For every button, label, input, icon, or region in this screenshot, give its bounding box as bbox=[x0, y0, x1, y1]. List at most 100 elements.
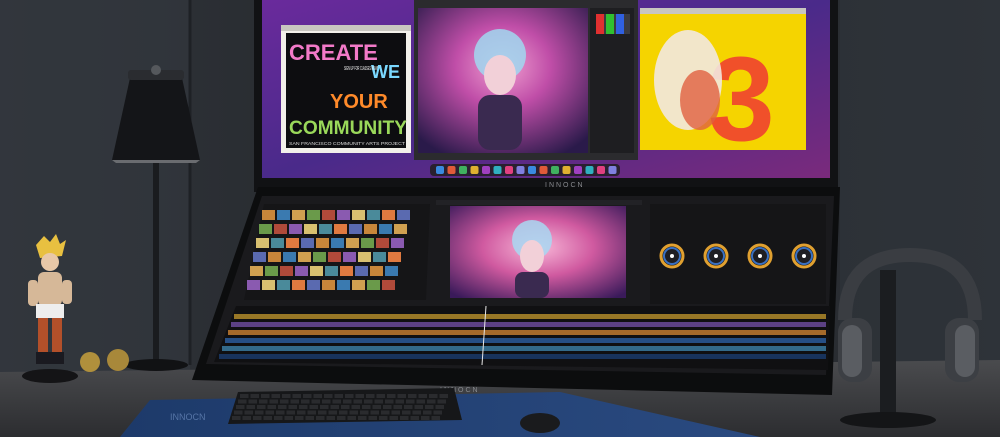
media-thumbnail bbox=[394, 224, 407, 234]
color-wheel-icon bbox=[703, 243, 729, 269]
keyboard-key bbox=[292, 394, 301, 398]
dock-app-icon bbox=[597, 166, 605, 174]
keyboard-key bbox=[379, 416, 388, 420]
keyboard-key bbox=[341, 405, 350, 409]
color-wheel-icon bbox=[659, 243, 685, 269]
keyboard-key bbox=[355, 394, 364, 398]
keyboard-key bbox=[236, 405, 245, 409]
media-thumbnail bbox=[373, 252, 386, 262]
mouse-icon bbox=[520, 413, 560, 433]
poster-line-2: WE bbox=[371, 62, 400, 82]
keyboard-key bbox=[295, 416, 304, 420]
media-thumbnail bbox=[307, 280, 320, 290]
timeline-track bbox=[228, 330, 826, 335]
keyboard-key bbox=[412, 410, 421, 415]
media-thumbnail bbox=[322, 210, 335, 220]
keyboard-key bbox=[286, 410, 295, 415]
dock-app-icon bbox=[493, 166, 502, 174]
keyboard-key bbox=[395, 399, 404, 404]
dock-app-icon bbox=[516, 166, 525, 174]
keyboard-key bbox=[261, 394, 270, 398]
media-thumbnail bbox=[340, 266, 353, 276]
keyboard-key bbox=[362, 405, 371, 409]
keyboard-key bbox=[393, 405, 402, 409]
keyboard-key bbox=[410, 416, 419, 420]
keyboard-key bbox=[269, 399, 278, 404]
top-monitor: CREATE WE YOUR COMMUNITY SIGN UP FOR CLA… bbox=[254, 0, 838, 192]
poster-signup: SIGN UP FOR CLASSES NOW! bbox=[344, 66, 378, 72]
keyboard-key bbox=[374, 399, 383, 404]
keyboard-key bbox=[263, 416, 272, 420]
media-thumbnail bbox=[271, 238, 284, 248]
media-thumbnail bbox=[277, 210, 290, 220]
keyboard-key bbox=[307, 410, 316, 415]
keyboard-key bbox=[278, 405, 287, 409]
media-thumbnail bbox=[247, 280, 260, 290]
dock-app-icon bbox=[574, 166, 582, 174]
keyboard-key bbox=[435, 405, 444, 409]
media-thumbnail bbox=[253, 252, 266, 262]
keyboard-key bbox=[242, 416, 251, 420]
dock-app-icon bbox=[459, 166, 467, 174]
keyboard-key bbox=[425, 405, 434, 409]
keyboard-key bbox=[431, 416, 440, 420]
media-thumbnail bbox=[262, 280, 275, 290]
keyboard-key bbox=[423, 410, 432, 415]
dock-app-icon bbox=[608, 166, 617, 174]
media-thumbnail bbox=[328, 252, 341, 262]
media-thumbnail bbox=[397, 210, 410, 220]
keyboard-key bbox=[421, 416, 430, 420]
keyboard-key bbox=[267, 405, 276, 409]
dock-app-icon bbox=[585, 166, 594, 174]
keyboard-key bbox=[337, 416, 346, 420]
keyboard-key bbox=[246, 405, 255, 409]
keyboard-key bbox=[416, 399, 425, 404]
keyboard-key bbox=[414, 405, 423, 409]
keyboard-key bbox=[311, 399, 320, 404]
keyboard-key bbox=[397, 394, 406, 398]
keyboard-key bbox=[244, 410, 253, 415]
media-thumbnail bbox=[367, 210, 380, 220]
timeline-track bbox=[222, 346, 826, 351]
keyboard-key bbox=[332, 399, 341, 404]
keyboard-key bbox=[368, 416, 377, 420]
media-thumbnail bbox=[349, 224, 362, 234]
keyboard-key bbox=[389, 416, 398, 420]
media-thumbnail bbox=[391, 238, 404, 248]
dock-app-icon bbox=[505, 166, 513, 174]
media-thumbnail bbox=[376, 238, 389, 248]
keyboard-key bbox=[248, 399, 257, 404]
media-thumbnail bbox=[367, 280, 380, 290]
media-thumbnail bbox=[295, 266, 308, 276]
keyboard-key bbox=[271, 394, 280, 398]
media-thumbnail bbox=[337, 280, 350, 290]
keyboard-key bbox=[250, 394, 259, 398]
dock-app-icon bbox=[470, 166, 479, 174]
timeline-track bbox=[225, 338, 826, 343]
keyboard-key bbox=[345, 394, 354, 398]
media-thumbnail bbox=[382, 280, 395, 290]
poster-line-1: CREATE bbox=[289, 40, 378, 65]
media-thumbnail bbox=[331, 238, 344, 248]
media-thumbnail bbox=[385, 266, 398, 276]
keyboard-key bbox=[305, 416, 314, 420]
media-thumbnail bbox=[298, 252, 311, 262]
media-thumbnail bbox=[334, 224, 347, 234]
media-thumbnail bbox=[304, 224, 317, 234]
keyboard-key bbox=[437, 399, 446, 404]
keyboard-key bbox=[290, 399, 299, 404]
desk-setup-photo: INNOCN CREATE WE YOUR COMMUNITY SIGN UP … bbox=[0, 0, 1000, 437]
keyboard-key bbox=[265, 410, 274, 415]
media-thumbnail bbox=[364, 224, 377, 234]
keyboard-icon bbox=[228, 388, 462, 424]
media-thumbnail bbox=[307, 210, 320, 220]
dock-app-icon bbox=[482, 166, 490, 174]
keyboard-key bbox=[387, 394, 396, 398]
keyboard-key bbox=[280, 399, 289, 404]
keyboard-key bbox=[257, 405, 266, 409]
keyboard-key bbox=[240, 394, 249, 398]
svg-text:INNOCN: INNOCN bbox=[170, 412, 206, 422]
media-thumbnail bbox=[346, 238, 359, 248]
keyboard-key bbox=[408, 394, 417, 398]
keyboard-key bbox=[316, 416, 325, 420]
